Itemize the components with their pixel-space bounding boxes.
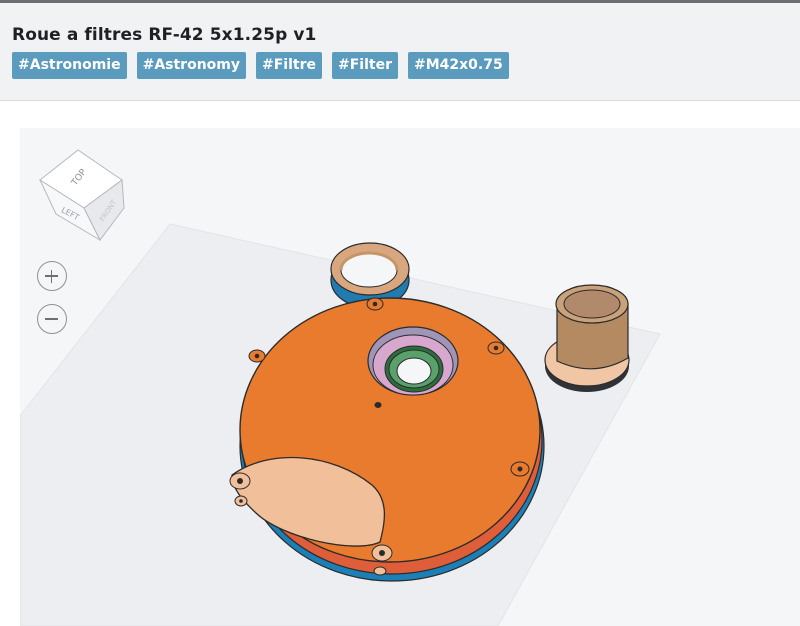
minus-icon bbox=[45, 318, 58, 320]
zoom-in-button[interactable] bbox=[37, 261, 67, 291]
viewcube[interactable]: TOP LEFT FRONT bbox=[38, 146, 128, 246]
tag-m42x0.75[interactable]: #M42x0.75 bbox=[407, 52, 509, 79]
tag-filter[interactable]: #Filter bbox=[332, 52, 398, 79]
zoom-out-button[interactable] bbox=[37, 304, 67, 334]
tag-filtre[interactable]: #Filtre bbox=[256, 52, 322, 79]
adapter-tube-part bbox=[544, 284, 630, 392]
tag-astronomy[interactable]: #Astronomy bbox=[136, 52, 247, 79]
model-header: Roue a filtres RF-42 5x1.25p v1 #Astrono… bbox=[0, 3, 800, 101]
tag-astronomie[interactable]: #Astronomie bbox=[12, 52, 127, 79]
3d-scene[interactable] bbox=[20, 128, 800, 626]
tag-list: #Astronomie #Astronomy #Filtre #Filter #… bbox=[12, 52, 509, 79]
model-title: Roue a filtres RF-42 5x1.25p v1 bbox=[12, 25, 317, 45]
3d-viewer[interactable]: TOP LEFT FRONT bbox=[20, 128, 800, 626]
